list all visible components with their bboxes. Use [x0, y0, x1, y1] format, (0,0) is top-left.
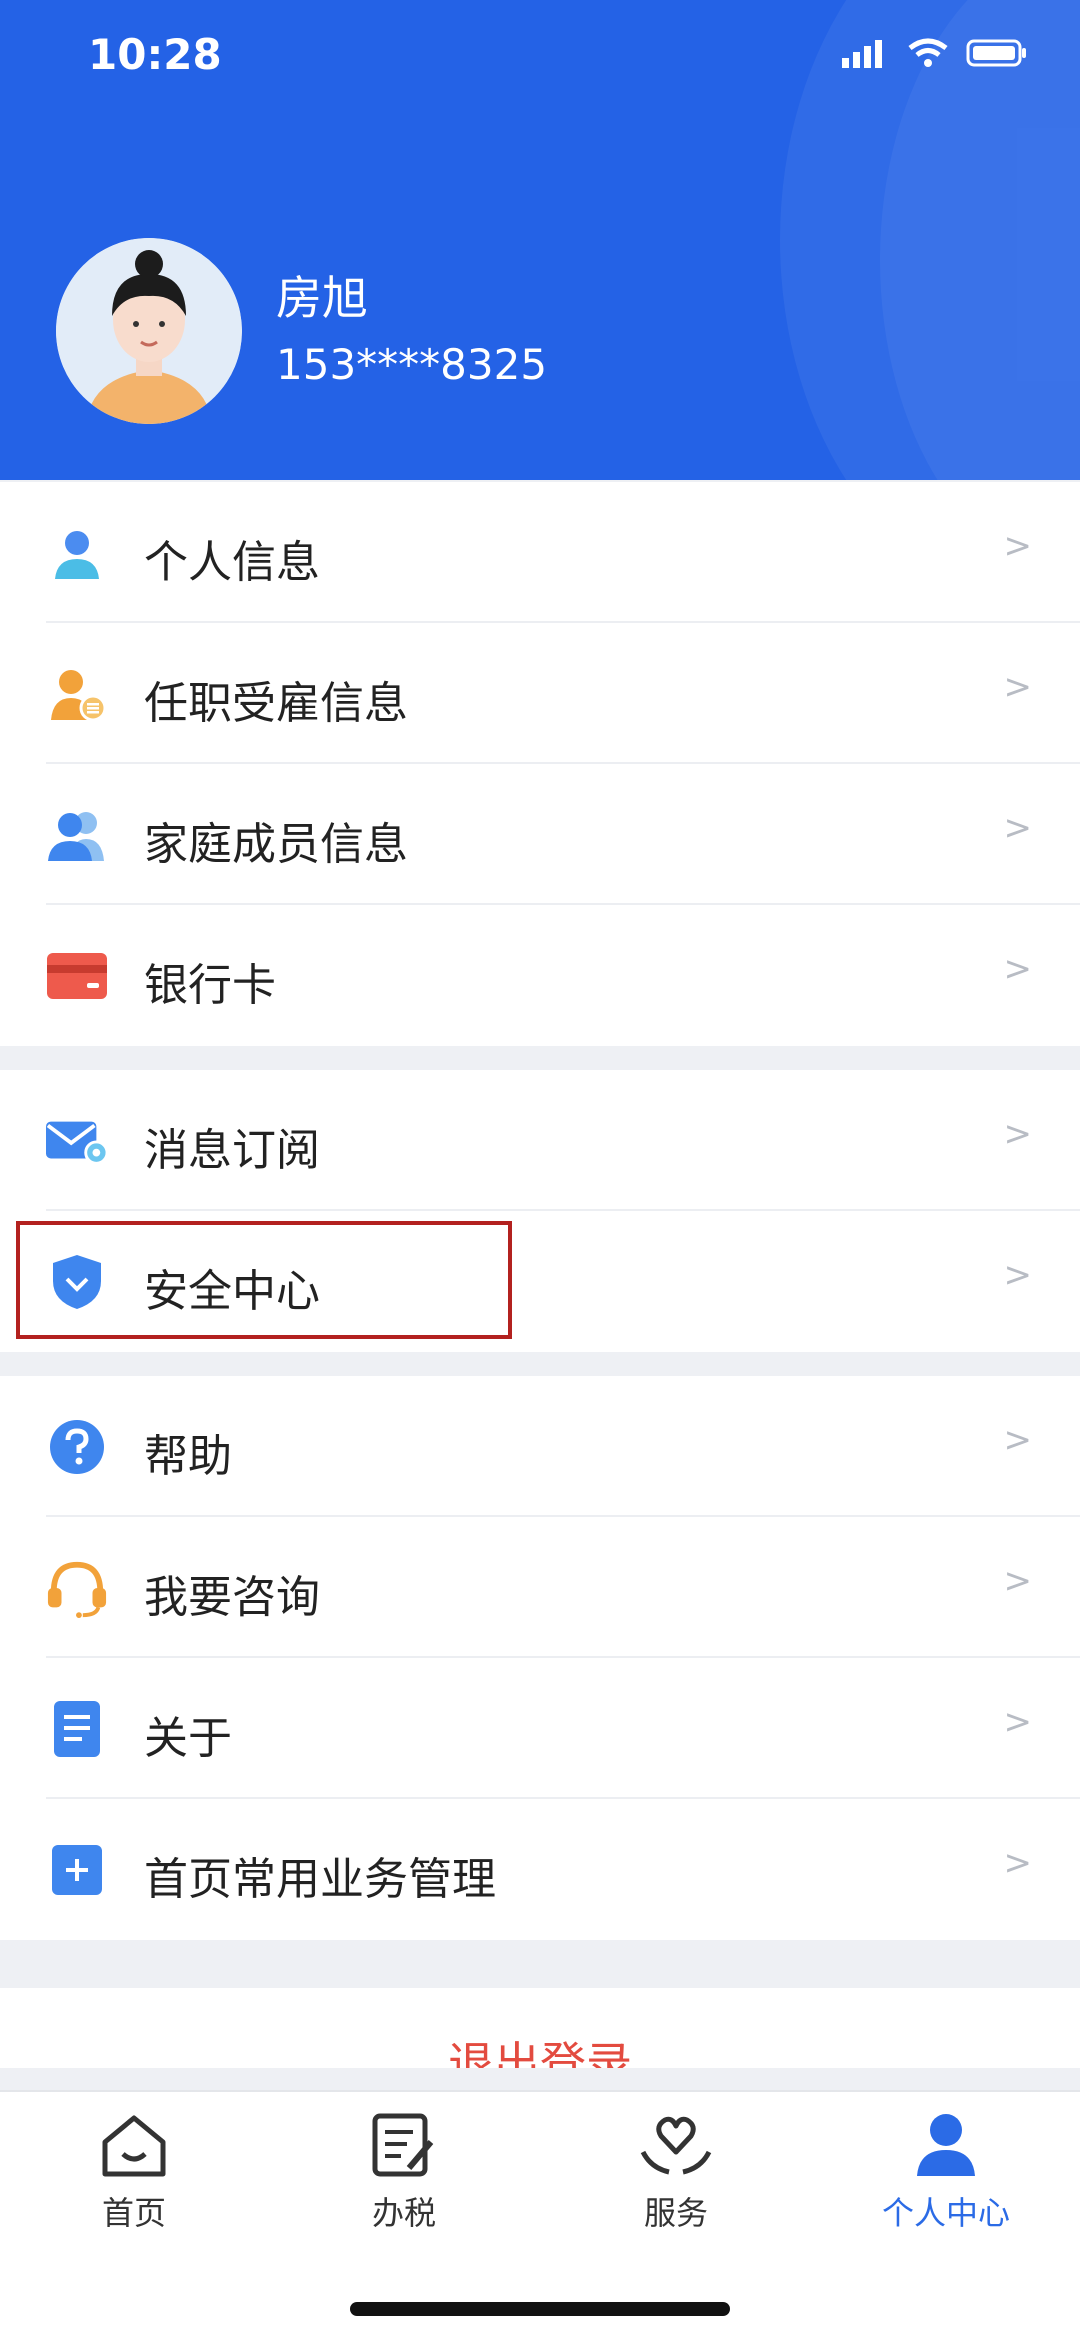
menu-item-label: 我要咨询 — [144, 1572, 320, 1623]
avatar-illustration — [56, 238, 242, 424]
menu-group-support: 帮助 > 我要咨询 > 关于 > 首页常用业务管理 > — [0, 1376, 1080, 1940]
status-icons — [842, 38, 1028, 68]
menu-item-label: 银行卡 — [144, 960, 276, 1011]
chevron-right-icon: > — [1003, 1255, 1033, 1295]
menu-item-message-subscription[interactable]: 消息订阅 > — [0, 1070, 1080, 1211]
logout-label: 退出登录 — [448, 2037, 632, 2068]
menu-item-family-info[interactable]: 家庭成员信息 > — [0, 764, 1080, 905]
battery-icon — [966, 39, 1026, 67]
logout-button[interactable]: 退出登录 — [0, 1988, 1080, 2068]
tab-service[interactable]: 服务 — [596, 2112, 756, 2234]
menu-item-employment-info[interactable]: 任职受雇信息 > — [0, 623, 1080, 764]
tab-profile[interactable]: 个人中心 — [866, 2112, 1026, 2234]
menu-item-consult[interactable]: 我要咨询 > — [0, 1517, 1080, 1658]
chevron-right-icon: > — [1003, 526, 1033, 566]
menu-item-personal-info[interactable]: 个人信息 > — [0, 482, 1080, 623]
menu-item-label: 帮助 — [144, 1431, 232, 1482]
tab-label: 办税 — [371, 2194, 436, 2232]
chevron-right-icon: > — [1003, 1702, 1033, 1742]
headset-icon — [46, 1559, 108, 1618]
tax-form-icon — [372, 2113, 434, 2177]
chevron-right-icon: > — [1003, 667, 1033, 707]
menu-item-common-business[interactable]: 首页常用业务管理 > — [0, 1799, 1080, 1940]
avatar[interactable] — [56, 238, 242, 424]
help-icon — [46, 1418, 108, 1476]
tab-label: 服务 — [643, 2194, 708, 2232]
person-icon — [46, 524, 108, 582]
profile-icon — [917, 2114, 975, 2176]
highlight-box — [16, 1221, 512, 1339]
service-heart-icon — [640, 2116, 712, 2175]
user-name: 房旭 — [276, 271, 368, 325]
tab-label: 个人中心 — [881, 2194, 1010, 2232]
menu-group-account: 个人信息 > 任职受雇信息 > 家庭成员信息 > 银行卡 > — [0, 482, 1080, 1046]
menu-item-help[interactable]: 帮助 > — [0, 1376, 1080, 1517]
profile-header: 10:28 房旭 153****8325 — [0, 0, 1080, 480]
family-icon — [46, 806, 108, 864]
menu-item-label: 消息订阅 — [144, 1125, 320, 1176]
menu-item-label: 关于 — [144, 1713, 232, 1764]
chevron-right-icon: > — [1003, 1561, 1033, 1601]
status-time: 10:28 — [88, 30, 222, 79]
home-indicator — [350, 2302, 730, 2316]
menu-item-label: 任职受雇信息 — [144, 678, 408, 729]
menu-item-label: 家庭成员信息 — [144, 819, 408, 870]
menu-item-label: 个人信息 — [144, 537, 320, 588]
chevron-right-icon: > — [1003, 1843, 1033, 1883]
chevron-right-icon: > — [1003, 949, 1033, 989]
tab-tax[interactable]: 办税 — [324, 2112, 484, 2234]
menu-item-label: 首页常用业务管理 — [144, 1854, 496, 1905]
wifi-icon — [908, 38, 948, 67]
plus-square-icon — [46, 1841, 108, 1899]
chevron-right-icon: > — [1003, 808, 1033, 848]
home-icon — [102, 2115, 166, 2177]
user-phone: 153****8325 — [276, 340, 548, 389]
menu-item-bank-card[interactable]: 银行卡 > — [0, 905, 1080, 1046]
tab-label: 首页 — [101, 2194, 166, 2232]
chevron-right-icon: > — [1003, 1420, 1033, 1460]
bank-card-icon — [46, 947, 108, 1005]
signal-icon — [842, 40, 882, 68]
chevron-right-icon: > — [1003, 1114, 1033, 1154]
employment-icon — [46, 665, 108, 723]
tab-home[interactable]: 首页 — [54, 2112, 214, 2234]
document-icon — [46, 1700, 108, 1758]
mail-settings-icon — [46, 1112, 108, 1170]
menu-item-about[interactable]: 关于 > — [0, 1658, 1080, 1799]
